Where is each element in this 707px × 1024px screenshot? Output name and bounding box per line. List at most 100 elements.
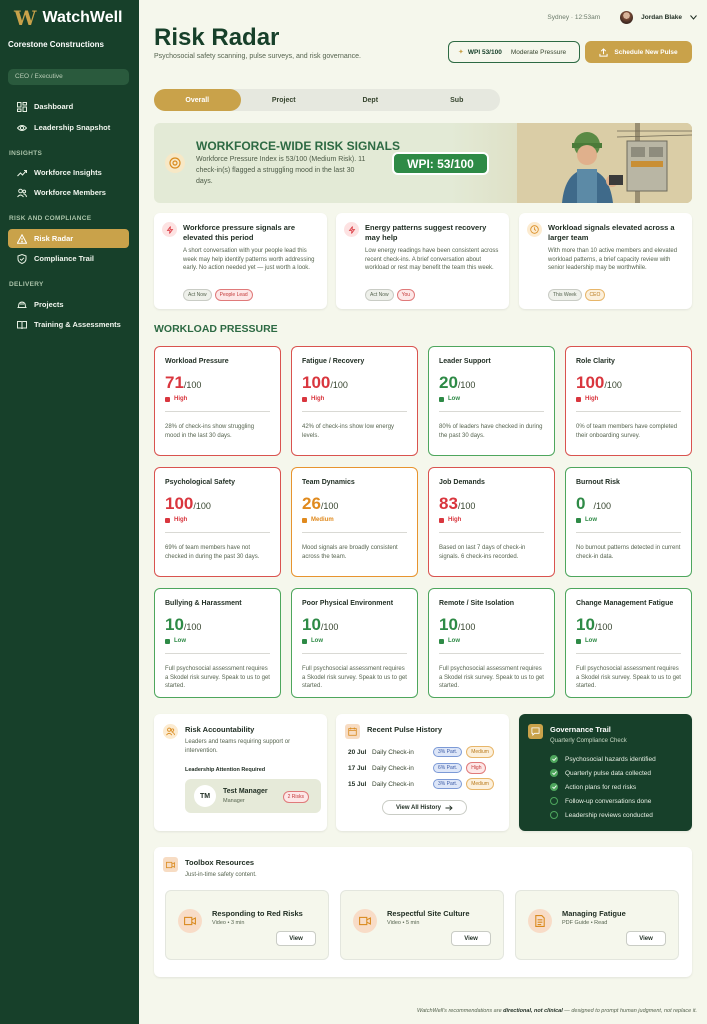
history-row[interactable]: 17 Jul Daily Check-in 6% Part. High [348, 762, 498, 774]
sidebar: W WatchWell Corestone Constructions CEO … [0, 0, 139, 1024]
signal-card[interactable]: Energy patterns suggest recovery may hel… [336, 213, 509, 309]
governance-item[interactable]: Quarterly pulse data collected [550, 769, 651, 777]
card-score: 10/100 [439, 615, 476, 634]
workload-pressure-title: WORKLOAD PRESSURE [154, 323, 278, 335]
logo[interactable]: W WatchWell [14, 8, 122, 28]
wpi-label: WPI 53/100 [467, 48, 502, 56]
card-score: 10/100 [165, 615, 202, 634]
risk-card-workload-pressure[interactable]: Workload Pressure 71/100 High 28% of che… [154, 346, 281, 456]
calendar-icon [345, 724, 360, 739]
risk-card-role-clarity[interactable]: Role Clarity 100/100 High 0% of team mem… [565, 346, 692, 456]
owner-tag: You [396, 289, 416, 301]
view-button[interactable]: View [276, 931, 316, 946]
sidebar-item-dashboard[interactable]: Dashboard [8, 97, 129, 116]
tab-sub[interactable]: Sub [414, 89, 501, 111]
timing-tag: This Week [548, 289, 582, 301]
schedule-pulse-button[interactable]: Schedule New Pulse [585, 41, 692, 63]
resource-card[interactable]: Managing Fatigue PDF Guide • Read View [515, 890, 679, 960]
empty-circle-icon [550, 797, 558, 805]
signal-title: Workload signals elevated across a large… [548, 223, 675, 242]
tab-project[interactable]: Project [241, 89, 328, 111]
attention-label: Leadership Attention Required [185, 767, 266, 773]
page-subtitle: Psychosocial safety scanning, pulse surv… [154, 53, 361, 60]
risk-card-leader-support[interactable]: Leader Support 20/100 Low 80% of leaders… [428, 346, 555, 456]
avatar[interactable] [620, 11, 634, 24]
tab-dept[interactable]: Dept [327, 89, 414, 111]
upload-icon [599, 47, 608, 57]
risk-card-fatigue[interactable]: Fatigue / Recovery 100/100 High 42% of c… [291, 346, 418, 456]
risk-card-job-demands[interactable]: Job Demands 83/100 High Based on last 7 … [428, 467, 555, 577]
view-button[interactable]: View [451, 931, 491, 946]
card-title: Burnout Risk [576, 479, 620, 486]
owner-tag: CEO [584, 289, 606, 301]
sidebar-item-label: Projects [34, 300, 64, 309]
resource-card[interactable]: Respectful Site Culture Video • 5 min Vi… [340, 890, 504, 960]
section-risk-compliance: RISK AND COMPLIANCE [9, 215, 92, 222]
view-all-history-button[interactable]: View All History [382, 800, 467, 815]
history-row[interactable]: 15 Jul Daily Check-in 3% Part. Medium [348, 778, 498, 790]
card-score: 100/100 [302, 373, 348, 392]
role-selector[interactable]: CEO / Executive [8, 69, 129, 85]
tab-overall[interactable]: Overall [154, 89, 241, 111]
eye-icon [17, 124, 27, 131]
sidebar-item-label: Workforce Insights [34, 168, 102, 177]
risk-card-physical-environment[interactable]: Poor Physical Environment 10/100 Low Ful… [291, 588, 418, 698]
governance-item[interactable]: Follow-up conversations done [550, 797, 651, 805]
sidebar-item-label: Leadership Snapshot [34, 123, 111, 132]
manager-name: Test Manager [223, 788, 268, 795]
signal-text: With more than 10 active members and ele… [548, 248, 678, 271]
risk-accountability-panel: Risk Accountability Leaders and teams re… [154, 714, 327, 831]
card-level: High [302, 396, 324, 402]
risk-card-team-dynamics[interactable]: Team Dynamics 26/100 Medium Mood signals… [291, 467, 418, 577]
view-button[interactable]: View [626, 931, 666, 946]
lightning-icon [162, 222, 177, 237]
risk-card-bullying[interactable]: Bullying & Harassment 10/100 Low Full ps… [154, 588, 281, 698]
sidebar-item-workforce-insights[interactable]: Workforce Insights [8, 163, 129, 182]
governance-item[interactable]: Psychosocial hazards identified [550, 755, 656, 763]
card-title: Leader Support [439, 358, 491, 365]
governance-item[interactable]: Action plans for red risks [550, 783, 636, 791]
card-title: Change Management Fatigue [576, 600, 674, 607]
chevron-down-icon[interactable] [690, 15, 697, 20]
worker-illustration [517, 123, 692, 203]
trend-icon [17, 169, 27, 176]
card-score: 100/100 [165, 494, 211, 513]
signal-card[interactable]: Workforce pressure signals are elevated … [154, 213, 327, 309]
pulse-history-panel: Recent Pulse History 20 Jul Daily Check-i… [336, 714, 509, 831]
card-desc: Full psychosocial assessment requires a … [576, 666, 681, 689]
wpi-status-pill[interactable]: ✦ WPI 53/100 Moderate Pressure [448, 41, 580, 63]
manager-row[interactable]: TM Test Manager Manager 2 Risks [185, 779, 321, 813]
governance-trail-panel: Governance Trail Quarterly Compliance Ch… [519, 714, 692, 831]
sidebar-item-workforce-members[interactable]: Workforce Members [8, 183, 129, 202]
sidebar-item-risk-radar[interactable]: Risk Radar [8, 229, 129, 248]
panel-desc: Leaders and teams requiring support or i… [185, 739, 291, 754]
arrow-right-icon [445, 804, 453, 811]
warning-icon [17, 233, 27, 244]
risk-card-site-isolation[interactable]: Remote / Site Isolation 10/100 Low Full … [428, 588, 555, 698]
card-level: Medium [302, 517, 334, 523]
risk-signals-banner: WORKFORCE-WIDE RISK SIGNALS Workforce Pr… [154, 123, 692, 203]
resource-card[interactable]: Responding to Red Risks Video • 3 min Vi… [165, 890, 329, 960]
user-name[interactable]: Jordan Blake [641, 14, 682, 21]
risk-card-psychological-safety[interactable]: Psychological Safety 100/100 High 69% of… [154, 467, 281, 577]
sidebar-item-training[interactable]: Training & Assessments [8, 315, 129, 334]
location-time: Sydney · 12:53am [547, 14, 601, 21]
card-title: Workload Pressure [165, 358, 229, 365]
panel-title: Recent Pulse History [367, 725, 443, 734]
card-title: Psychological Safety [165, 479, 236, 486]
logo-mark-icon: W [14, 6, 37, 30]
risk-card-change-fatigue[interactable]: Change Management Fatigue 10/100 Low Ful… [565, 588, 692, 698]
risk-card-burnout[interactable]: Burnout Risk 0/100 Low No burnout patter… [565, 467, 692, 577]
history-row[interactable]: 20 Jul Daily Check-in 3% Part. Medium [348, 746, 498, 758]
sidebar-item-leadership-snapshot[interactable]: Leadership Snapshot [8, 118, 129, 137]
signal-text: Low energy readings have been consistent… [365, 248, 499, 271]
hardhat-icon [17, 300, 27, 308]
company-name: Corestone Constructions [8, 40, 105, 49]
signal-card[interactable]: Workload signals elevated across a large… [519, 213, 692, 309]
sidebar-item-compliance-trail[interactable]: Compliance Trail [8, 249, 129, 268]
panel-title: Risk Accountability [185, 725, 255, 734]
sidebar-item-projects[interactable]: Projects [8, 295, 129, 314]
governance-item[interactable]: Leadership reviews conducted [550, 811, 653, 819]
card-title: Bullying & Harassment [165, 600, 242, 607]
card-level: High [576, 396, 598, 402]
